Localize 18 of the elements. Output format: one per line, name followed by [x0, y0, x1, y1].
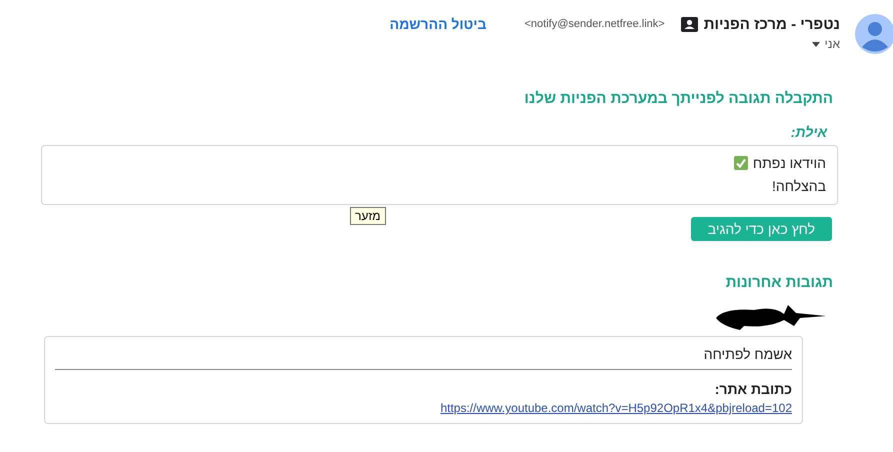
dropdown-caret-icon[interactable]	[812, 42, 820, 46]
reply-text: בהצלחה!	[772, 178, 826, 194]
email-title: התקבלה תגובה לפנייתך במערכת הפניות שלנו	[523, 90, 833, 109]
unsubscribe-link[interactable]: ביטול ההרשמה	[390, 16, 486, 32]
field-label: כתובת אתר:	[714, 380, 792, 399]
reply-button[interactable]: לחץ כאן כדי להגיב	[690, 217, 832, 241]
avatar-icon	[855, 14, 893, 54]
check-mark-icon	[734, 156, 748, 170]
contact-card-icon[interactable]	[680, 16, 698, 32]
tooltip: מזער	[350, 207, 386, 225]
section-heading: תגובות אחרונות	[724, 274, 833, 292]
recipient-label: אני	[824, 37, 840, 51]
sender-name: נטפרי - מרכז הפניות	[704, 16, 840, 32]
reply-author: אילת:	[790, 124, 827, 142]
sender-email: <notify@sender.netfree.link>	[524, 18, 665, 30]
url-link[interactable]: https://www.youtube.com/watch?v=H5p92OpR1x4&pbjreload=102	[440, 401, 792, 415]
reply-text: הוידאו נפתח	[752, 154, 826, 170]
reply-message: אשמח לפתיחה	[702, 345, 792, 364]
